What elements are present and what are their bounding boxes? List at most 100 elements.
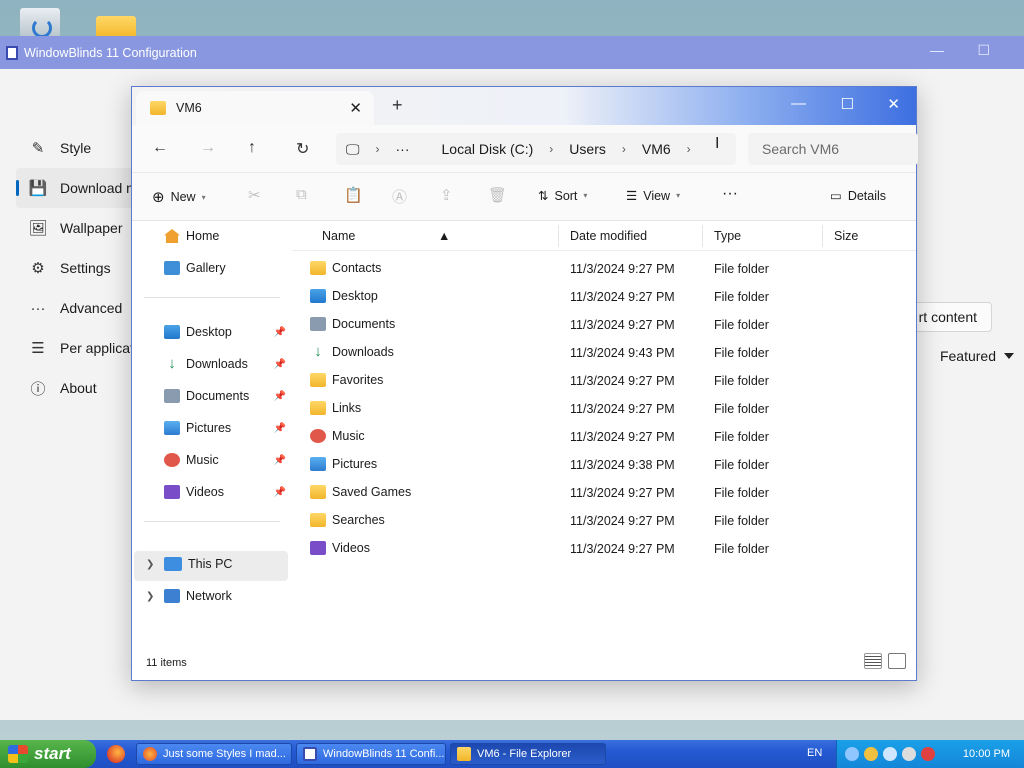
search-input[interactable]: Search VM6	[748, 133, 918, 165]
pin-icon: 📌	[273, 390, 286, 402]
computer-icon[interactable]: 🖵	[346, 141, 360, 158]
chevron-right-icon: ›	[686, 142, 691, 156]
copy-icon[interactable]: ⧉	[296, 186, 307, 203]
sidebar-item-documents[interactable]: Documents 📌	[164, 389, 288, 403]
column-size[interactable]: Size	[834, 229, 858, 243]
paste-icon[interactable]: 📋	[344, 186, 363, 204]
cell-type: File folder	[714, 290, 769, 304]
explorer-body: Home Gallery Desktop 📌 ↓ Downloads 📌 Docume…	[132, 221, 916, 641]
close-icon[interactable]: ✕	[887, 95, 900, 113]
pin-icon: 📌	[273, 486, 286, 498]
forward-icon[interactable]: →	[200, 139, 216, 157]
image-icon: 🖼	[28, 220, 48, 237]
maximize-icon[interactable]: ☐	[841, 95, 854, 113]
taskbar-item-explorer[interactable]: VM6 - File Explorer	[450, 743, 606, 765]
tray-chevron-icon[interactable]	[845, 747, 859, 761]
expand-chevron-icon[interactable]: ❯	[146, 559, 154, 570]
details-button[interactable]: ▭ Details	[830, 188, 886, 204]
network-tray-icon[interactable]	[902, 747, 916, 761]
firefox-icon[interactable]	[107, 745, 125, 763]
breadcrumb[interactable]: 🖵 › ··· Local Disk (C:) › Users › VM6 ›	[336, 133, 736, 165]
expand-chevron-icon[interactable]: ❯	[146, 591, 154, 602]
column-divider[interactable]	[558, 225, 559, 247]
cell-date-modified: 11/3/2024 9:27 PM	[570, 318, 675, 332]
cell-name: Contacts	[310, 261, 381, 275]
start-button[interactable]: start	[0, 740, 96, 768]
close-tab-icon[interactable]: ✕	[349, 99, 362, 117]
sidebar-item-downloads[interactable]: ↓ Downloads 📌	[164, 355, 288, 372]
more-options-button[interactable]: ···	[722, 185, 738, 203]
column-date-modified[interactable]: Date modified	[570, 229, 647, 243]
sort-button[interactable]: ⇅ Sort ▾	[538, 188, 587, 204]
sidebar-item-desktop[interactable]: Desktop 📌	[164, 325, 288, 339]
table-row[interactable]: Music 11/3/2024 9:27 PM File folder	[292, 423, 916, 451]
content-button[interactable]: rt content	[907, 302, 992, 332]
breadcrumb-vm6[interactable]: VM6	[642, 141, 671, 157]
breadcrumb-more[interactable]: ···	[396, 141, 410, 157]
cut-icon[interactable]: ✂	[248, 186, 261, 204]
column-divider[interactable]	[702, 225, 703, 247]
download-icon: ↓	[168, 355, 176, 372]
column-name[interactable]: Name	[322, 229, 355, 243]
cell-name: Favorites	[310, 373, 383, 387]
table-row[interactable]: Documents 11/3/2024 9:27 PM File folder	[292, 311, 916, 339]
view-button[interactable]: ☰ View ▾	[626, 188, 680, 204]
column-type[interactable]: Type	[714, 229, 741, 243]
table-row[interactable]: Links 11/3/2024 9:27 PM File folder	[292, 395, 916, 423]
home-icon	[164, 229, 180, 243]
maximize-icon[interactable]: ☐	[977, 42, 990, 59]
table-row[interactable]: Searches 11/3/2024 9:27 PM File folder	[292, 507, 916, 535]
up-icon[interactable]: ↑	[248, 139, 256, 157]
firefox-icon	[143, 747, 157, 761]
sidebar-item-gallery[interactable]: Gallery	[164, 261, 288, 275]
table-row[interactable]: ↓ Downloads 11/3/2024 9:43 PM File folder	[292, 339, 916, 367]
explorer-titlebar[interactable]: VM6 ✕ + — ☐ ✕	[132, 87, 916, 125]
share-icon[interactable]: ⇪	[440, 186, 453, 204]
table-row[interactable]: Contacts 11/3/2024 9:27 PM File folder	[292, 255, 916, 283]
rename-icon[interactable]: Ⓐ	[392, 186, 407, 207]
sidebar-item-home[interactable]: Home	[164, 229, 288, 243]
back-icon[interactable]: ←	[152, 139, 168, 157]
desktop-folder-icon[interactable]	[96, 16, 136, 38]
volume-muted-icon[interactable]	[921, 747, 935, 761]
sidebar-item-pictures[interactable]: Pictures 📌	[164, 421, 288, 435]
settings-tray-icon[interactable]	[883, 747, 897, 761]
recycle-bin-icon[interactable]	[20, 8, 60, 38]
sidebar-item-videos[interactable]: Videos 📌	[164, 485, 288, 499]
search-tray-icon[interactable]	[864, 747, 878, 761]
table-row[interactable]: Desktop 11/3/2024 9:27 PM File folder	[292, 283, 916, 311]
sidebar-item-network[interactable]: Network	[164, 589, 288, 603]
table-row[interactable]: Saved Games 11/3/2024 9:27 PM File folder	[292, 479, 916, 507]
breadcrumb-local-disk[interactable]: Local Disk (C:)	[442, 141, 534, 157]
new-tab-button[interactable]: +	[392, 95, 403, 116]
tab-vm6[interactable]: VM6 ✕	[136, 91, 374, 125]
minimize-icon[interactable]: —	[930, 42, 944, 58]
delete-icon[interactable]: 🗑	[488, 186, 507, 204]
details-view-icon[interactable]	[864, 653, 882, 669]
taskbar-item-firefox[interactable]: Just some Styles I mad...	[136, 743, 292, 765]
new-button[interactable]: ⊕ New ▾	[152, 188, 206, 206]
wb-titlebar[interactable]: WindowBlinds 11 Configuration — ☐	[0, 36, 1024, 69]
taskbar-item-windowblinds[interactable]: WindowBlinds 11 Confi...	[296, 743, 446, 765]
sidebar-item-music[interactable]: Music 📌	[164, 453, 288, 467]
minimize-icon[interactable]: —	[791, 95, 806, 112]
tiles-view-icon[interactable]	[888, 653, 906, 669]
column-headers: Name ▲ Date modified Type Size	[292, 221, 916, 251]
breadcrumb-users[interactable]: Users	[569, 141, 606, 157]
cell-type: File folder	[714, 262, 769, 276]
gear-icon: ⚙	[31, 260, 45, 277]
music-icon	[164, 453, 180, 467]
pin-icon: 📌	[273, 454, 286, 466]
table-row[interactable]: Pictures 11/3/2024 9:38 PM File folder	[292, 451, 916, 479]
featured-dropdown[interactable]: Featured	[940, 348, 1014, 364]
cell-date-modified: 11/3/2024 9:43 PM	[570, 346, 675, 360]
table-row[interactable]: Favorites 11/3/2024 9:27 PM File folder	[292, 367, 916, 395]
column-divider[interactable]	[822, 225, 823, 247]
clock[interactable]: 10:00 PM	[963, 748, 1010, 760]
refresh-icon[interactable]: ↻	[296, 139, 309, 159]
table-row[interactable]: Videos 11/3/2024 9:27 PM File folder	[292, 535, 916, 563]
navigation-pane: Home Gallery Desktop 📌 ↓ Downloads 📌 Docume…	[132, 221, 292, 641]
pictures-icon	[310, 457, 326, 471]
sidebar-item-this-pc[interactable]: This PC	[164, 557, 288, 571]
language-indicator[interactable]: EN	[807, 747, 822, 759]
